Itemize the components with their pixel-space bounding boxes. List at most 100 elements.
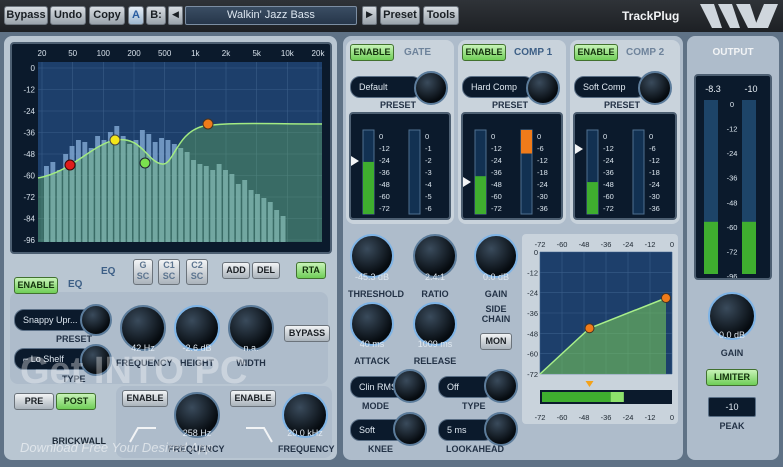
add-band-button[interactable]: ADD	[222, 262, 250, 279]
transfer-bottom-tick: 0	[670, 413, 674, 422]
comp2-meter-display	[573, 112, 677, 220]
transfer-curve-display[interactable]: -72 -72 -60 -60 -48 -48 -36 -36 -24 -24 -12 -12 0 0 0 -…	[522, 234, 678, 426]
eq-db-tick: 0	[31, 64, 36, 73]
prev-preset-button[interactable]: ◀	[168, 6, 183, 25]
eq-curve-display[interactable]: 20 50 100 200 500 1k 2k 5k 10k 20k 0 -12 -24 -36 -48 -6…	[12, 44, 330, 252]
eq-db-tick: -84	[23, 215, 35, 224]
ratio-label: RATIO	[421, 289, 449, 299]
transfer-top-tick: -36	[601, 240, 612, 249]
tab-gate-sc[interactable]: G SC	[133, 259, 153, 285]
comp1-preset-select[interactable]: Hard Comp	[462, 76, 534, 98]
output-left-fill	[704, 221, 718, 274]
transfer-y-tick: 0	[534, 248, 538, 257]
lookahead-label: LOOKAHEAD	[446, 444, 504, 454]
output-right-peak: -10	[744, 84, 758, 94]
post-button[interactable]: POST	[56, 393, 96, 410]
release-value: 1009 ms	[417, 339, 453, 349]
preset-name-display[interactable]: Walkin' Jazz Bass	[185, 6, 357, 25]
eq-preset-knob[interactable]	[80, 304, 112, 336]
output-scale-tick: -60	[727, 223, 738, 232]
peak-value[interactable]: -10	[708, 397, 756, 417]
tab-comp1-sc[interactable]: C1 SC	[158, 259, 180, 285]
eq-freq-tick: 500	[158, 49, 172, 58]
gain-node	[661, 293, 671, 303]
tab-eq[interactable]: EQ	[101, 266, 115, 277]
limiter-button[interactable]: LIMITER	[706, 369, 758, 386]
output-scale-tick: -12	[727, 125, 738, 134]
comp2-title: COMP 2	[626, 47, 665, 58]
sidechain-label: SIDE CHAIN	[481, 304, 511, 324]
tools-menu-button[interactable]: Tools	[423, 6, 459, 25]
knee-knob[interactable]	[393, 412, 427, 446]
sidechain-type-knob[interactable]	[484, 369, 518, 403]
output-left-peak: -8.3	[705, 84, 721, 94]
comp1-preset-label: PRESET	[492, 100, 529, 110]
output-scale-tick: -48	[727, 198, 738, 207]
tab-gate-label: G	[139, 260, 147, 270]
transfer-top-tick: -60	[557, 240, 568, 249]
comp2-preset-label: PRESET	[604, 100, 641, 110]
eq-freq-tick: 1k	[191, 49, 200, 58]
comp1-title: COMP 1	[514, 47, 553, 58]
copy-button[interactable]: Copy	[89, 6, 125, 25]
undo-button[interactable]: Undo	[50, 6, 86, 25]
eq-db-tick: -48	[23, 150, 35, 159]
eq-graph[interactable]: 20 50 100 200 500 1k 2k 5k 10k 20k 0 -12 -24 -36 -48 -6…	[10, 42, 332, 254]
brickwall-high-label: FREQUENCY	[278, 444, 335, 454]
transfer-bottom-tick: -36	[601, 413, 612, 422]
eq-db-tick: -72	[23, 193, 35, 202]
comp2-preset-select[interactable]: Soft Comp	[574, 76, 646, 98]
eq-enable-button[interactable]: ENABLE	[14, 277, 58, 294]
comp1-preset-knob[interactable]	[526, 71, 560, 105]
output-gain-label: GAIN	[720, 348, 744, 358]
transfer-y-tick: -72	[527, 370, 538, 379]
comp2-preset-knob[interactable]	[638, 71, 672, 105]
lookahead-knob[interactable]	[484, 412, 518, 446]
output-scale-tick: 0	[730, 100, 734, 109]
pre-button[interactable]: PRE	[14, 393, 54, 410]
tab-comp2-sc[interactable]: C2 SC	[186, 259, 208, 285]
eq-node-1	[64, 159, 76, 171]
transfer-top-tick: -12	[645, 240, 656, 249]
delete-band-button[interactable]: DEL	[252, 262, 280, 279]
next-preset-button[interactable]: ▶	[362, 6, 377, 25]
eq-db-tick: -24	[23, 107, 35, 116]
sidechain-type-label: TYPE	[462, 401, 486, 411]
eq-node-3	[139, 157, 151, 169]
transfer-top-tick: 0	[670, 240, 674, 249]
ab-b-button[interactable]: B:	[146, 6, 166, 25]
comp2-enable-button[interactable]: ENABLE	[574, 44, 618, 61]
gate-preset-knob[interactable]	[414, 71, 448, 105]
output-scale-tick: -36	[727, 174, 738, 183]
comp1-meter-display	[461, 112, 563, 220]
preset-menu-button[interactable]: Preset	[380, 6, 420, 25]
ab-a-button[interactable]: A	[128, 6, 144, 25]
sidechain-monitor-button[interactable]: MON	[480, 333, 512, 350]
transfer-y-tick: -60	[527, 350, 538, 359]
transfer-bottom-tick: -60	[557, 413, 568, 422]
eq-freq-tick: 200	[127, 49, 141, 58]
transfer-bottom-tick: -24	[623, 413, 634, 422]
eq-freq-tick: 10k	[281, 49, 295, 58]
gate-enable-button[interactable]: ENABLE	[350, 44, 394, 61]
eq-db-tick: -96	[23, 236, 35, 245]
output-scale-tick: -96	[727, 272, 738, 278]
mode-knob[interactable]	[393, 369, 427, 403]
comp1-enable-button[interactable]: ENABLE	[462, 44, 506, 61]
input-level-marker	[585, 381, 594, 387]
threshold-label: THRESHOLD	[348, 289, 404, 299]
release-label: RELEASE	[413, 356, 457, 366]
output-scale-tick: -72	[727, 247, 738, 256]
peak-label: PEAK	[719, 421, 745, 431]
eq-band-bypass-button[interactable]: BYPASS	[284, 325, 330, 342]
rta-toggle[interactable]: RTA	[296, 262, 326, 279]
bypass-button[interactable]: Bypass	[4, 6, 48, 25]
gate-meter-display	[349, 112, 451, 220]
brickwall-low-value: 258 Hz	[182, 428, 212, 438]
watermark-title: Get INTO PC	[20, 350, 248, 392]
output-scale-tick: -24	[727, 149, 738, 158]
attack-value: 40 ms	[359, 339, 385, 349]
gate-preset-select[interactable]: Default	[350, 76, 422, 98]
threshold-value: -45.3 dB	[354, 272, 390, 282]
transfer-bottom-tick: -48	[579, 413, 590, 422]
